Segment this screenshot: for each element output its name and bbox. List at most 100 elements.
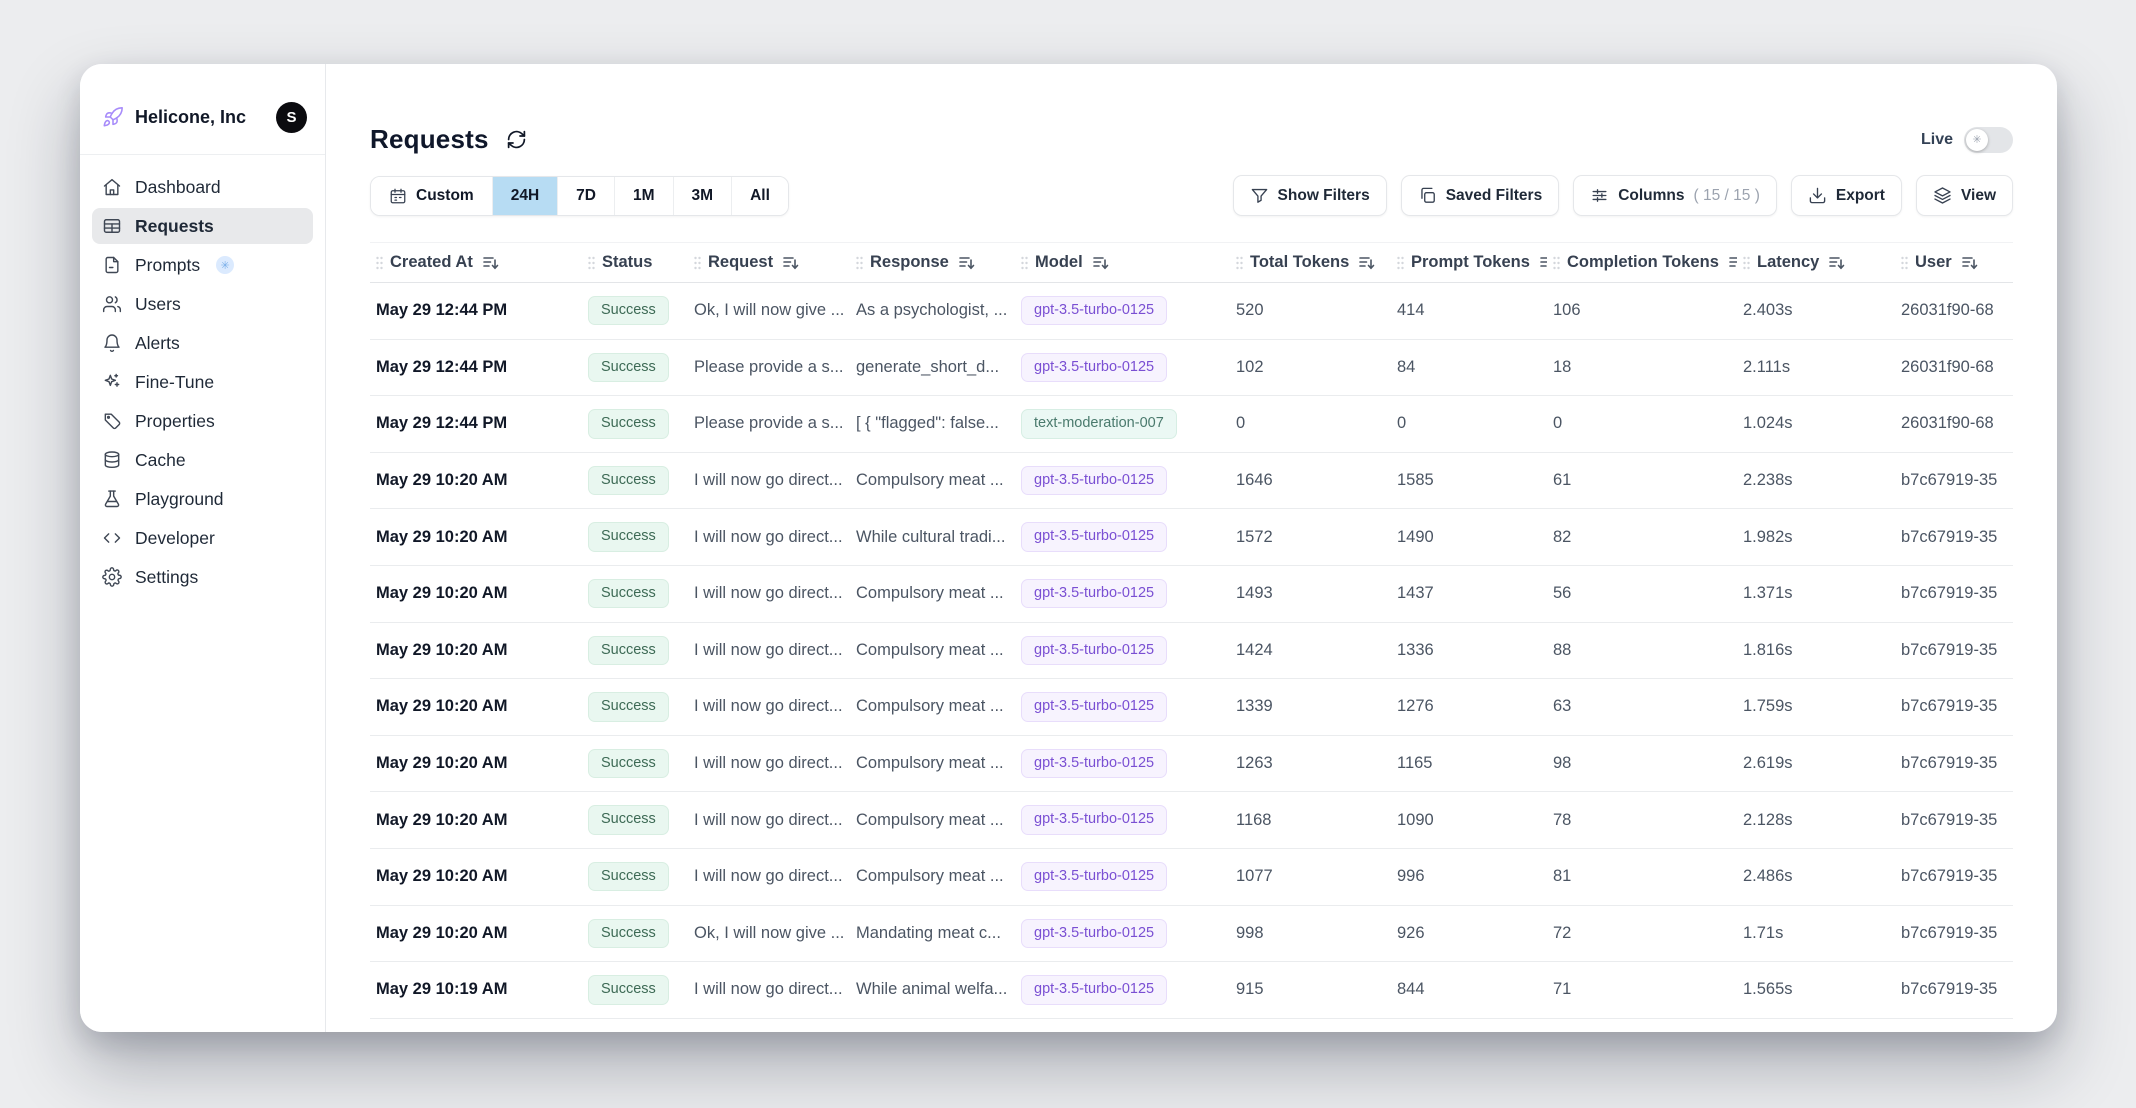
table-row[interactable]: May 29 12:44 PMSuccessPlease provide a s… — [370, 396, 2013, 453]
sidebar-item-label: Developer — [135, 528, 215, 549]
requests-table: Created AtStatusRequestResponseModelTota… — [370, 242, 2013, 1032]
sort-icon[interactable] — [782, 254, 799, 271]
time-range-24h[interactable]: 24H — [492, 177, 557, 215]
refresh-button[interactable] — [506, 129, 527, 150]
column-header-completion-tokens[interactable]: Completion Tokens — [1547, 253, 1737, 272]
table-row[interactable]: May 29 10:20 AMSuccessOk, I will now giv… — [370, 906, 2013, 963]
app-window: Helicone, Inc S Dashboard Requests Prompts… — [80, 64, 2057, 1032]
drag-handle-icon[interactable] — [586, 255, 597, 271]
cell-latency: 1.982s — [1737, 528, 1895, 547]
time-range-1m[interactable]: 1M — [614, 177, 673, 215]
cell-response: Compulsory meat ... — [850, 867, 1015, 886]
cell-user: b7c67919-35 — [1895, 867, 2013, 886]
cell-user: b7c67919-35 — [1895, 980, 2013, 999]
column-header-status[interactable]: Status — [582, 253, 688, 272]
sidebar-item-dashboard[interactable]: Dashboard — [92, 169, 313, 205]
cell-prompt-tokens: 1165 — [1391, 754, 1547, 773]
column-header-total-tokens[interactable]: Total Tokens — [1230, 253, 1391, 272]
table-row[interactable]: May 29 10:20 AMSuccessI will now go dire… — [370, 566, 2013, 623]
column-header-user[interactable]: User — [1895, 253, 2013, 272]
drag-handle-icon[interactable] — [1899, 255, 1910, 271]
column-header-latency[interactable]: Latency — [1737, 253, 1895, 272]
sidebar-item-label: Dashboard — [135, 177, 221, 198]
column-header-prompt-tokens[interactable]: Prompt Tokens — [1391, 253, 1547, 272]
table-row[interactable]: May 29 10:20 AMSuccessI will now go dire… — [370, 792, 2013, 849]
table-row[interactable]: May 29 10:19 AMSuccessI will now go dire… — [370, 962, 2013, 1019]
refresh-icon — [506, 129, 527, 150]
drag-handle-icon[interactable] — [692, 255, 703, 271]
sidebar-item-settings[interactable]: Settings — [92, 559, 313, 595]
drag-handle-icon[interactable] — [854, 255, 865, 271]
table-row[interactable]: May 29 10:20 AMSuccessI will now go dire… — [370, 509, 2013, 566]
column-header-created-at[interactable]: Created At — [370, 253, 582, 272]
avatar[interactable]: S — [276, 102, 307, 133]
saved-filters-button[interactable]: Saved Filters — [1401, 175, 1560, 216]
export-button[interactable]: Export — [1791, 175, 1902, 216]
table-row[interactable]: May 29 10:20 AMSuccessI will now go dire… — [370, 623, 2013, 680]
sidebar-item-requests[interactable]: Requests — [92, 208, 313, 244]
drag-handle-icon[interactable] — [1019, 255, 1030, 271]
live-label: Live — [1921, 131, 1953, 149]
sort-icon[interactable] — [482, 254, 499, 271]
drag-handle-icon[interactable] — [1234, 255, 1245, 271]
cell-request: Please provide a s... — [688, 358, 850, 377]
column-header-response[interactable]: Response — [850, 253, 1015, 272]
toolbar: Custom24H7D1M 3M All Show Filters Saved Fil… — [370, 175, 2013, 216]
time-range-label: 3M — [692, 187, 714, 205]
table-row[interactable]: May 29 12:44 PMSuccessOk, I will now giv… — [370, 283, 2013, 340]
sort-icon[interactable] — [1728, 254, 1737, 271]
org-switcher[interactable]: Helicone, Inc S — [80, 64, 325, 155]
sort-icon[interactable] — [1961, 254, 1978, 271]
sidebar-item-prompts[interactable]: Prompts✳ — [92, 247, 313, 283]
drag-handle-icon[interactable] — [374, 255, 385, 271]
org-name: Helicone, Inc — [135, 107, 246, 128]
table-row[interactable]: May 29 10:20 AMSuccessI will now go dire… — [370, 453, 2013, 510]
cell-request: Please provide a s... — [688, 414, 850, 433]
live-toggle[interactable]: ✳ — [1964, 127, 2013, 153]
cell-user: b7c67919-35 — [1895, 528, 2013, 547]
sidebar-item-playground[interactable]: Playground — [92, 481, 313, 517]
column-label: User — [1915, 253, 1952, 272]
table-row[interactable]: May 29 10:20 AMSuccessI will now go dire… — [370, 736, 2013, 793]
columns-button[interactable]: Columns( 15 / 15 ) — [1573, 175, 1777, 216]
sidebar-item-developer[interactable]: Developer — [92, 520, 313, 556]
home-icon — [102, 177, 122, 197]
time-range-all[interactable]: All — [731, 177, 788, 215]
cell-latency: 2.486s — [1737, 867, 1895, 886]
beaker-icon — [102, 489, 122, 509]
sort-icon[interactable] — [958, 254, 975, 271]
sidebar-item-alerts[interactable]: Alerts — [92, 325, 313, 361]
cell-prompt-tokens: 1276 — [1391, 697, 1547, 716]
time-range-custom[interactable]: Custom — [371, 177, 492, 215]
sidebar-item-cache[interactable]: Cache — [92, 442, 313, 478]
sidebar-item-fine-tune[interactable]: Fine-Tune — [92, 364, 313, 400]
time-range-3m[interactable]: 3M — [673, 177, 732, 215]
sort-icon[interactable] — [1828, 254, 1845, 271]
drag-handle-icon[interactable] — [1551, 255, 1562, 271]
table-row[interactable]: May 29 10:20 AMSuccessI will now go dire… — [370, 849, 2013, 906]
sidebar-item-label: Requests — [135, 216, 214, 237]
drag-handle-icon[interactable] — [1395, 255, 1406, 271]
cell-created-at: May 29 10:20 AM — [370, 471, 582, 490]
column-header-model[interactable]: Model — [1015, 253, 1230, 272]
live-group: Live ✳ — [1921, 127, 2013, 153]
sort-icon[interactable] — [1358, 254, 1375, 271]
live-toggle-knob: ✳ — [1966, 129, 1988, 151]
drag-handle-icon[interactable] — [1741, 255, 1752, 271]
sort-icon[interactable] — [1539, 254, 1547, 271]
status-badge: Success — [588, 862, 669, 891]
model-badge: gpt-3.5-turbo-0125 — [1021, 296, 1167, 325]
sort-icon[interactable] — [1092, 254, 1109, 271]
sidebar-item-label: Prompts — [135, 255, 200, 276]
cell-created-at: May 29 10:19 AM — [370, 980, 582, 999]
column-header-request[interactable]: Request — [688, 253, 850, 272]
view-button[interactable]: View — [1916, 175, 2013, 216]
cell-created-at: May 29 12:44 PM — [370, 414, 582, 433]
show-filters-button[interactable]: Show Filters — [1233, 175, 1387, 216]
sidebar-item-properties[interactable]: Properties — [92, 403, 313, 439]
sidebar-item-users[interactable]: Users — [92, 286, 313, 322]
time-range-7d[interactable]: 7D — [557, 177, 614, 215]
table-row[interactable]: May 29 10:20 AMSuccessI will now go dire… — [370, 679, 2013, 736]
sidebar-item-label: Users — [135, 294, 181, 315]
table-row[interactable]: May 29 12:44 PMSuccessPlease provide a s… — [370, 340, 2013, 397]
